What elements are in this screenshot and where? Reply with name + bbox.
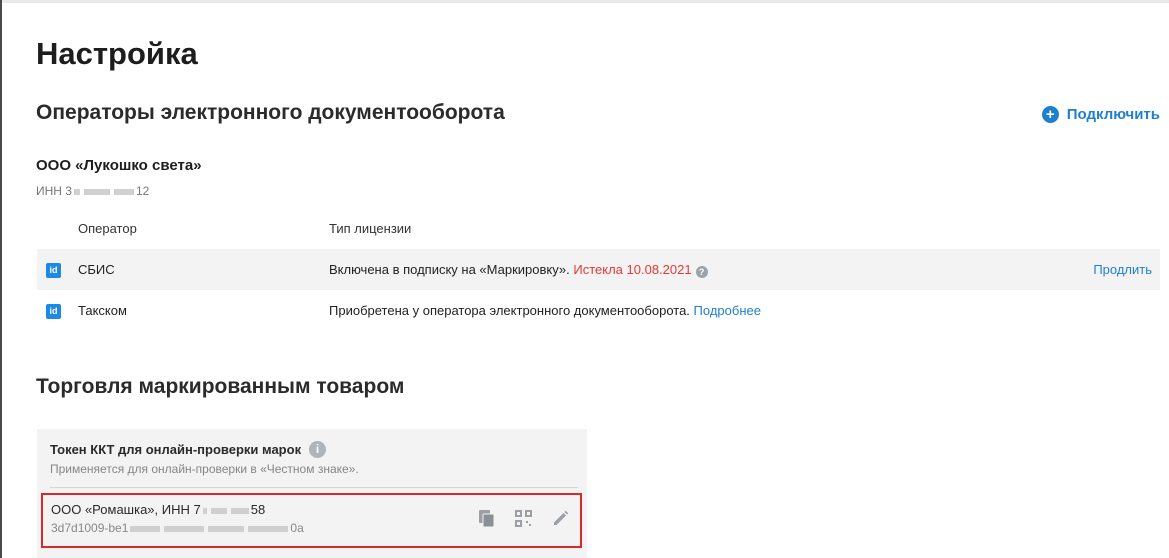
token-entry-actions xyxy=(477,509,570,528)
plus-icon: + xyxy=(1041,106,1059,123)
connect-label: Подключить xyxy=(1066,106,1160,123)
divider xyxy=(50,487,578,488)
token-title: Токен ККТ для онлайн-проверки марок i xyxy=(50,441,327,458)
marked-section-title: Торговля маркированным товаром xyxy=(36,375,405,398)
operator-name: Такском xyxy=(78,303,127,318)
token-subtitle: Применяется для онлайн-проверки в «Честн… xyxy=(50,462,359,476)
token-entry-org: ООО «Ромашка», ИНН 7 58 xyxy=(51,502,266,517)
token-entry: ООО «Ромашка», ИНН 7 58 3d7d1009-be1 0a xyxy=(41,493,582,548)
column-header-operator: Оператор xyxy=(78,221,137,236)
table-row-taxcom: id Такском Приобретена у оператора элект… xyxy=(37,290,1160,331)
token-card: Токен ККТ для онлайн-проверки марок i Пр… xyxy=(37,429,587,558)
top-border xyxy=(0,0,1169,3)
table-header: Оператор Тип лицензии xyxy=(37,208,1160,249)
renew-link[interactable]: Продлить xyxy=(1040,262,1160,277)
edit-icon[interactable] xyxy=(551,509,570,528)
company-inn: ИНН 3 12 xyxy=(36,184,150,198)
edo-section-title: Операторы электронного документооборота xyxy=(36,101,505,124)
help-icon[interactable]: ? xyxy=(695,265,708,278)
details-link[interactable]: Подробнее xyxy=(694,303,761,318)
connect-button[interactable]: + Подключить xyxy=(1041,106,1160,123)
operator-id-icon: id xyxy=(46,263,61,278)
operators-table: Оператор Тип лицензии id СБИС Включена в… xyxy=(37,208,1160,331)
token-entry-value: 3d7d1009-be1 0a xyxy=(51,521,304,535)
license-cell: Приобретена у оператора электронного док… xyxy=(329,303,761,318)
license-cell: Включена в подписку на «Маркировку». Ист… xyxy=(329,262,1040,278)
left-border xyxy=(0,0,2,558)
column-header-license: Тип лицензии xyxy=(329,221,412,236)
page-title: Настройка xyxy=(36,36,198,71)
table-row-sbis: id СБИС Включена в подписку на «Маркиров… xyxy=(37,249,1160,290)
operator-id-icon: id xyxy=(46,304,61,319)
copy-icon[interactable] xyxy=(477,509,496,528)
operator-name: СБИС xyxy=(78,262,115,277)
expired-status: Истекла 10.08.2021 xyxy=(573,261,692,277)
info-icon[interactable]: i xyxy=(309,441,327,458)
company-name: ООО «Лукошко света» xyxy=(36,157,202,174)
qr-code-icon[interactable] xyxy=(514,509,533,528)
